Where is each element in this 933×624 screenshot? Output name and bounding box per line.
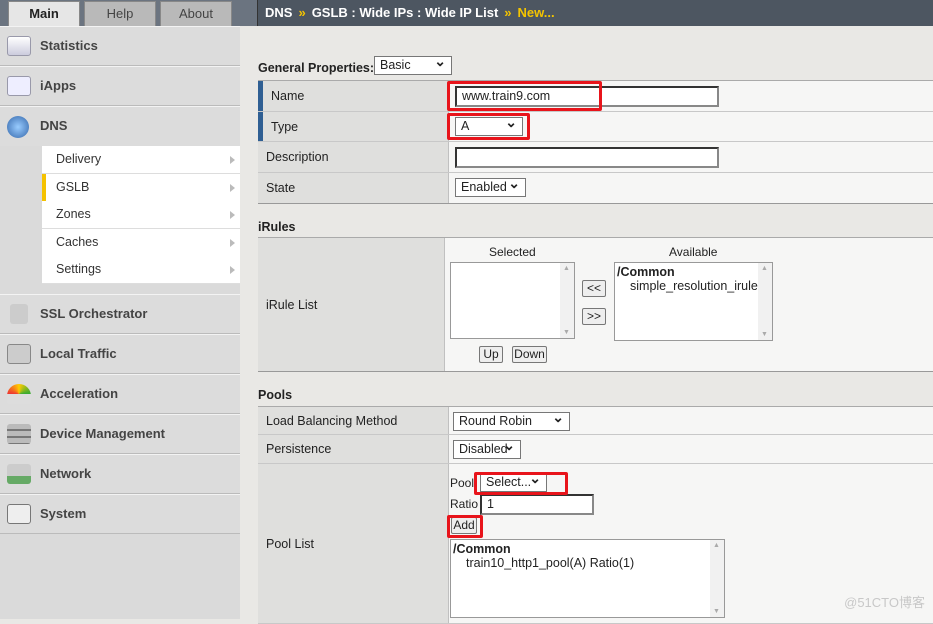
state-select[interactable]: Enabled bbox=[455, 175, 526, 197]
breadcrumb-separator: » bbox=[298, 5, 306, 20]
breadcrumb-separator: » bbox=[504, 5, 512, 20]
highlight-name bbox=[447, 81, 602, 111]
list-group: /Common bbox=[453, 542, 511, 556]
local-traffic-icon bbox=[7, 344, 31, 364]
lb-method-row: Load Balancing Method Round Robin bbox=[258, 406, 933, 435]
sidebar-item-network[interactable]: Network bbox=[0, 454, 240, 494]
sidebar-item-label: iApps bbox=[40, 78, 77, 93]
sidebar-item-ssl-orchestrator[interactable]: SSL Orchestrator bbox=[0, 294, 240, 334]
up-button[interactable]: Up bbox=[479, 346, 503, 363]
list-item[interactable]: train10_http1_pool(A) Ratio(1) bbox=[453, 556, 722, 570]
selected-irules-list[interactable] bbox=[450, 262, 575, 339]
state-row: State Enabled bbox=[258, 173, 933, 204]
breadcrumb-current: New... bbox=[517, 5, 555, 20]
highlight-pool bbox=[474, 472, 568, 495]
ratio-input[interactable]: 1 bbox=[480, 494, 594, 515]
tab-help[interactable]: Help bbox=[84, 1, 156, 26]
down-button[interactable]: Down bbox=[512, 346, 547, 363]
sidebar-item-label: SSL Orchestrator bbox=[40, 306, 148, 321]
sidebar: Statistics iApps DNS Delivery GSLB Zones… bbox=[0, 26, 240, 619]
gauge-icon bbox=[7, 384, 31, 404]
device-icon bbox=[7, 424, 31, 444]
lb-method-select[interactable]: Round Robin bbox=[453, 409, 570, 431]
sidebar-item-local-traffic[interactable]: Local Traffic bbox=[0, 334, 240, 374]
tab-about[interactable]: About bbox=[160, 1, 232, 26]
breadcrumb-wide-ip-list[interactable]: GSLB : Wide IPs : Wide IP List bbox=[312, 5, 499, 20]
sidebar-item-acceleration[interactable]: Acceleration bbox=[0, 374, 240, 414]
pool-list-label: Pool List bbox=[258, 464, 449, 623]
general-properties-mode-select[interactable]: Basic bbox=[374, 53, 452, 75]
sidebar-item-label: DNS bbox=[40, 118, 68, 133]
sidebar-item-iapps[interactable]: iApps bbox=[0, 66, 240, 106]
general-properties-title: General Properties: bbox=[258, 61, 375, 75]
sidebar-sub-zones[interactable]: Zones bbox=[42, 201, 240, 229]
sidebar-item-label: System bbox=[40, 506, 87, 521]
highlight-add bbox=[447, 515, 483, 538]
lb-method-label: Load Balancing Method bbox=[258, 407, 449, 434]
description-label: Description bbox=[258, 142, 449, 172]
ratio-label: Ratio bbox=[450, 497, 479, 511]
pool-label: Pool bbox=[450, 476, 475, 490]
watermark: @51CTO博客 bbox=[844, 595, 925, 610]
system-icon bbox=[7, 504, 31, 524]
sidebar-item-label: Device Management bbox=[40, 426, 165, 441]
highlight-type bbox=[447, 113, 530, 140]
sidebar-sub-settings[interactable]: Settings bbox=[42, 256, 240, 284]
persistence-row: Persistence Disabled bbox=[258, 435, 933, 464]
sidebar-sub-gslb[interactable]: GSLB bbox=[42, 174, 240, 202]
description-input[interactable] bbox=[455, 147, 719, 168]
scrollbar[interactable] bbox=[560, 263, 574, 338]
state-label: State bbox=[258, 173, 449, 203]
lock-icon bbox=[10, 304, 28, 324]
network-icon bbox=[7, 464, 31, 484]
sidebar-item-label: Network bbox=[40, 466, 92, 481]
breadcrumb: DNS » GSLB : Wide IPs : Wide IP List » New..… bbox=[257, 0, 933, 26]
sidebar-item-statistics[interactable]: Statistics bbox=[0, 26, 240, 66]
description-row: Description bbox=[258, 142, 933, 173]
pool-list[interactable]: /Common train10_http1_pool(A) Ratio(1) bbox=[450, 539, 725, 618]
pools-title: Pools bbox=[258, 388, 293, 402]
globe-icon bbox=[7, 116, 29, 138]
sidebar-item-system[interactable]: System bbox=[0, 494, 240, 534]
selected-header: Selected bbox=[489, 245, 536, 259]
scrollbar[interactable] bbox=[710, 540, 724, 617]
sidebar-sub-delivery[interactable]: Delivery bbox=[42, 146, 240, 174]
pool-list-row: Pool List Pool Select... Ratio 1 Add /Co… bbox=[258, 464, 933, 624]
tab-main[interactable]: Main bbox=[8, 1, 80, 26]
move-left-button[interactable]: << bbox=[582, 280, 606, 297]
irules-title: iRules bbox=[258, 220, 296, 234]
iapps-icon bbox=[7, 76, 31, 96]
sidebar-sub-caches[interactable]: Caches bbox=[42, 229, 240, 257]
irule-list-label: iRule List bbox=[258, 238, 445, 371]
available-header: Available bbox=[669, 245, 718, 259]
name-label: Name bbox=[258, 81, 449, 111]
persistence-label: Persistence bbox=[258, 435, 449, 463]
sidebar-item-label: Local Traffic bbox=[40, 346, 117, 361]
persistence-select[interactable]: Disabled bbox=[453, 437, 521, 459]
breadcrumb-dns[interactable]: DNS bbox=[265, 5, 292, 20]
available-irules-list[interactable]: /Common simple_resolution_irule bbox=[614, 262, 773, 341]
type-label: Type bbox=[258, 112, 449, 141]
move-right-button[interactable]: >> bbox=[582, 308, 606, 325]
statistics-icon bbox=[7, 36, 31, 56]
list-group: /Common bbox=[617, 265, 675, 279]
scrollbar[interactable] bbox=[758, 263, 772, 340]
irule-list-row: iRule List Selected Available /Common si… bbox=[258, 237, 933, 372]
sidebar-item-dns[interactable]: DNS bbox=[0, 106, 240, 146]
list-item[interactable]: simple_resolution_irule bbox=[617, 279, 770, 293]
sidebar-item-label: Statistics bbox=[40, 38, 98, 53]
sidebar-item-device-management[interactable]: Device Management bbox=[0, 414, 240, 454]
type-row: Type A bbox=[258, 112, 933, 142]
sidebar-item-label: Acceleration bbox=[40, 386, 119, 401]
